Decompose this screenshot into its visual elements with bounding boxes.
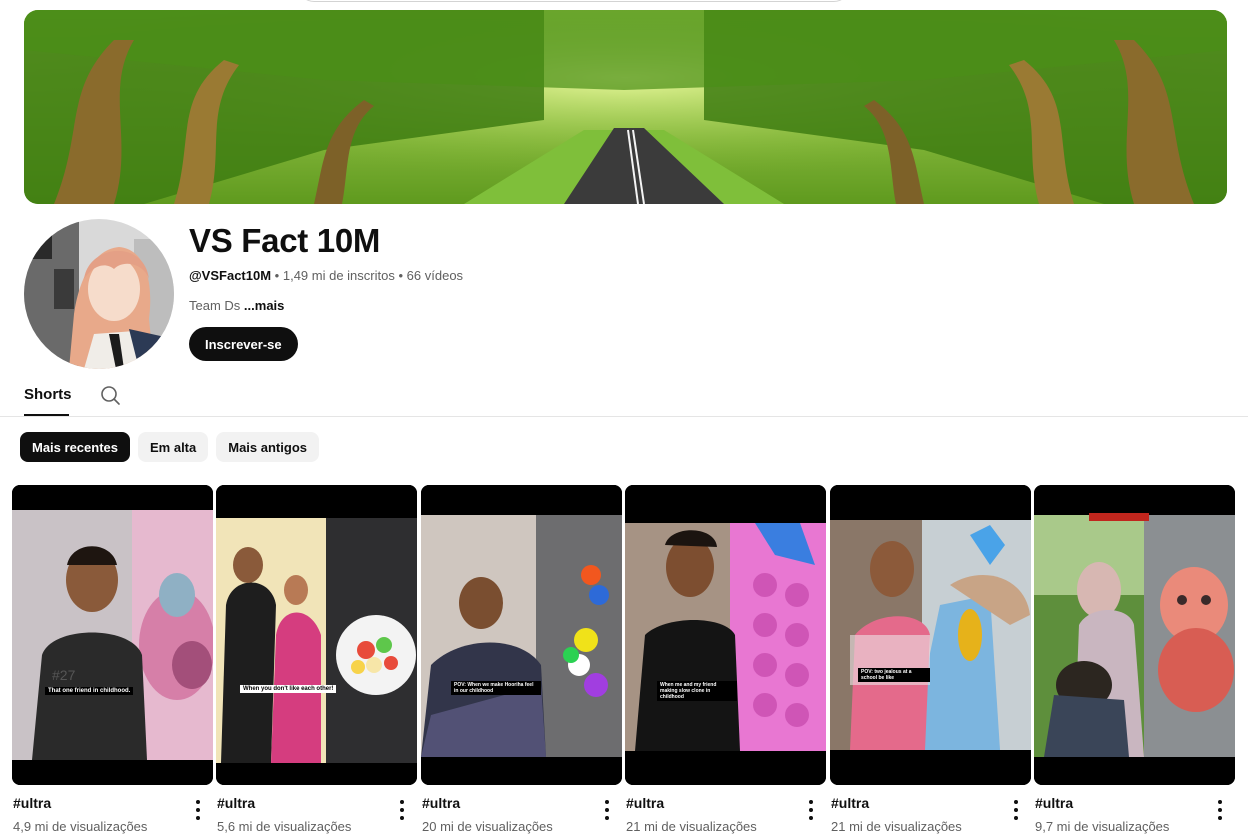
tab-shorts[interactable]: Shorts [24, 386, 72, 416]
short-views: 9,7 mi de visualizações [1035, 819, 1170, 834]
video-count: 66 vídeos [406, 268, 464, 283]
short-title[interactable]: #ultra [422, 795, 460, 811]
short-views: 21 mi de visualizações [626, 819, 757, 834]
short-title[interactable]: #ultra [831, 795, 869, 811]
more-options-icon[interactable] [1008, 800, 1024, 820]
more-options-icon[interactable] [190, 800, 206, 820]
top-search-bar-edge[interactable] [298, 0, 850, 2]
channel-handle[interactable]: @VSFact10M [189, 268, 271, 283]
short-views: 21 mi de visualizações [831, 819, 962, 834]
meta-separator: • [398, 268, 404, 283]
sort-chips: Mais recentes Em alta Mais antigos [20, 432, 319, 462]
short-views: 5,6 mi de visualizações [217, 819, 352, 834]
short-card[interactable]: #27 That one friend in childhood. #ultra… [12, 485, 213, 834]
channel-banner [24, 10, 1227, 204]
short-title[interactable]: #ultra [1035, 795, 1073, 811]
active-tab-indicator [24, 414, 69, 416]
meta-separator: • [274, 268, 280, 283]
short-title[interactable]: #ultra [13, 795, 51, 811]
chip-latest[interactable]: Mais recentes [20, 432, 130, 462]
short-thumbnail[interactable] [1034, 485, 1235, 785]
short-caption: POV: When we make Hooriha feel in our ch… [451, 681, 541, 695]
svg-text:#27: #27 [52, 667, 76, 683]
more-options-icon[interactable] [394, 800, 410, 820]
channel-meta: @VSFact10M • 1,49 mi de inscritos • 66 v… [189, 268, 463, 283]
channel-tabs: Shorts [0, 378, 1248, 417]
short-thumbnail[interactable]: When you don't like each other! [216, 485, 417, 785]
channel-title: VS Fact 10M [189, 222, 381, 259]
short-thumbnail[interactable]: POV: When we make Hooriha feel in our ch… [421, 485, 622, 785]
more-link[interactable]: ...mais [244, 298, 284, 313]
short-views: 4,9 mi de visualizações [13, 819, 148, 834]
short-thumbnail[interactable]: POV: two jealous at a school be like [830, 485, 1031, 785]
channel-description[interactable]: Team Ds ...mais [189, 298, 284, 313]
subscribe-button[interactable]: Inscrever-se [189, 327, 298, 361]
chip-oldest[interactable]: Mais antigos [216, 432, 319, 462]
description-text: Team Ds [189, 298, 241, 313]
more-options-icon[interactable] [803, 800, 819, 820]
short-card[interactable]: POV: two jealous at a school be like #ul… [830, 485, 1031, 834]
short-card[interactable]: When me and my friend making slow clone … [625, 485, 826, 834]
short-title[interactable]: #ultra [626, 795, 664, 811]
more-options-icon[interactable] [1212, 800, 1228, 820]
short-card[interactable]: POV: When we make Hooriha feel in our ch… [421, 485, 622, 834]
short-thumbnail[interactable]: #27 That one friend in childhood. [12, 485, 213, 785]
short-caption: POV: two jealous at a school be like [858, 668, 930, 682]
short-card[interactable]: #ultra 9,7 mi de visualizações [1034, 485, 1235, 834]
channel-avatar[interactable] [24, 219, 174, 369]
short-title[interactable]: #ultra [217, 795, 255, 811]
search-icon[interactable] [99, 384, 121, 406]
short-thumbnail[interactable]: When me and my friend making slow clone … [625, 485, 826, 785]
short-caption: When me and my friend making slow clone … [657, 681, 737, 701]
subscriber-count: 1,49 mi de inscritos [282, 268, 395, 283]
short-views: 20 mi de visualizações [422, 819, 553, 834]
chip-popular[interactable]: Em alta [138, 432, 209, 462]
short-caption: That one friend in childhood. [45, 687, 134, 695]
short-caption: When you don't like each other! [240, 685, 337, 693]
more-options-icon[interactable] [599, 800, 615, 820]
short-card[interactable]: When you don't like each other! #ultra 5… [216, 485, 417, 834]
